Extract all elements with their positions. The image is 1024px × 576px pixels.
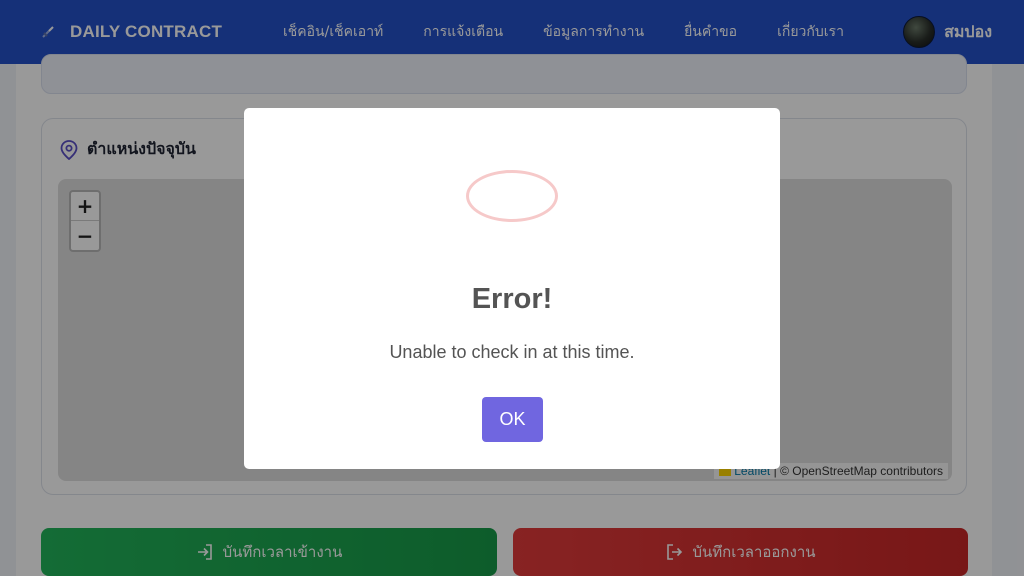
ok-button[interactable]: OK [482, 397, 543, 442]
error-dialog: Error! Unable to check in at this time. … [244, 108, 780, 469]
dialog-message: Unable to check in at this time. [389, 342, 635, 362]
error-icon [466, 170, 558, 222]
dialog-title: Error! [471, 283, 553, 315]
